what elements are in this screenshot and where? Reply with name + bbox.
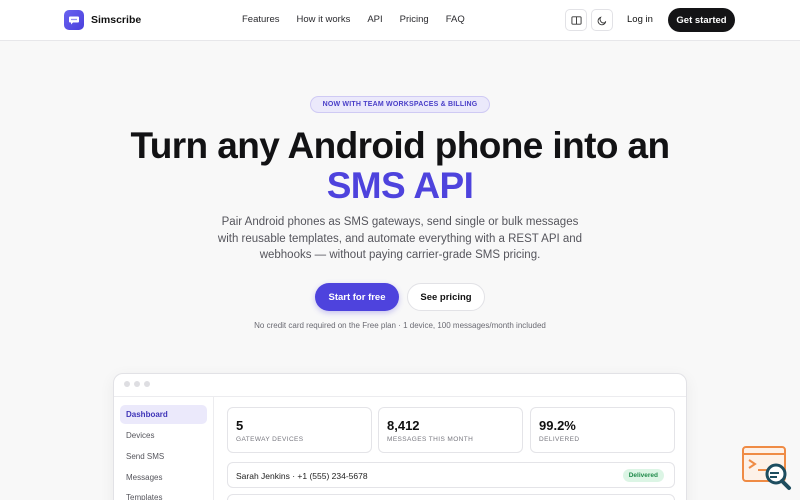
search-code-icon <box>742 446 791 490</box>
login-link[interactable]: Log in <box>627 14 653 25</box>
window-controls <box>124 381 150 387</box>
sidebar-item-messages[interactable]: Messages <box>120 468 207 487</box>
preview-sidebar: Dashboard Devices Send SMS Messages Temp… <box>114 397 214 500</box>
nav-pricing[interactable]: Pricing <box>400 14 429 25</box>
message-row[interactable] <box>227 494 675 500</box>
main-nav: Features How it works API Pricing FAQ <box>242 14 465 25</box>
search-widget[interactable] <box>741 444 793 492</box>
theme-toggle-button[interactable] <box>591 9 613 31</box>
hero-title-accent: SMS API <box>326 165 474 206</box>
nav-features[interactable]: Features <box>242 14 280 25</box>
chat-bubble-icon <box>64 10 84 30</box>
stat-card-messages: 8,412 MESSAGES THIS MONTH <box>378 407 523 453</box>
hero-title: Turn any Android phone into an SMS API <box>0 126 800 206</box>
stat-card-devices: 5 GATEWAY DEVICES <box>227 407 372 453</box>
hero-title-line1: Turn any Android phone into an <box>130 125 670 166</box>
sidebar-item-devices[interactable]: Devices <box>120 426 207 445</box>
stat-label: MESSAGES THIS MONTH <box>387 436 474 443</box>
sidebar-item-templates[interactable]: Templates <box>120 488 207 500</box>
status-badge: Delivered <box>622 469 664 482</box>
hero-note: No credit card required on the Free plan… <box>254 321 546 330</box>
message-row[interactable]: Sarah Jenkins · +1 (555) 234-5678 Delive… <box>227 462 675 488</box>
stat-value: 8,412 <box>387 418 420 433</box>
stat-value: 99.2% <box>539 418 576 433</box>
brand-name: Simscribe <box>91 14 142 26</box>
nav-faq[interactable]: FAQ <box>446 14 465 25</box>
window-dot <box>144 381 150 387</box>
dashboard-preview-window: Dashboard Devices Send SMS Messages Temp… <box>113 373 687 500</box>
nav-api[interactable]: API <box>367 14 382 25</box>
announcement-badge[interactable]: NOW WITH TEAM WORKSPACES & BILLING <box>310 96 490 113</box>
stat-label: GATEWAY DEVICES <box>236 436 304 443</box>
nav-how-it-works[interactable]: How it works <box>297 14 351 25</box>
sidebar-item-dashboard[interactable]: Dashboard <box>120 405 207 424</box>
docs-button[interactable] <box>565 9 587 31</box>
window-dot <box>134 381 140 387</box>
see-pricing-button[interactable]: See pricing <box>407 283 485 311</box>
moon-icon <box>597 15 606 25</box>
brand[interactable]: Simscribe <box>64 10 141 30</box>
message-recipient: Sarah Jenkins · +1 (555) 234-5678 <box>236 471 368 481</box>
sidebar-item-send-sms[interactable]: Send SMS <box>120 447 207 466</box>
site-header: Simscribe Features How it works API Pric… <box>0 0 800 41</box>
stat-card-delivered: 99.2% DELIVERED <box>530 407 675 453</box>
start-free-button[interactable]: Start for free <box>315 283 399 311</box>
window-dot <box>124 381 130 387</box>
get-started-button[interactable]: Get started <box>668 8 735 32</box>
book-icon <box>570 15 582 25</box>
stat-label: DELIVERED <box>539 436 580 443</box>
hero-subtitle: Pair Android phones as SMS gateways, sen… <box>217 216 583 261</box>
stat-value: 5 <box>236 418 244 433</box>
